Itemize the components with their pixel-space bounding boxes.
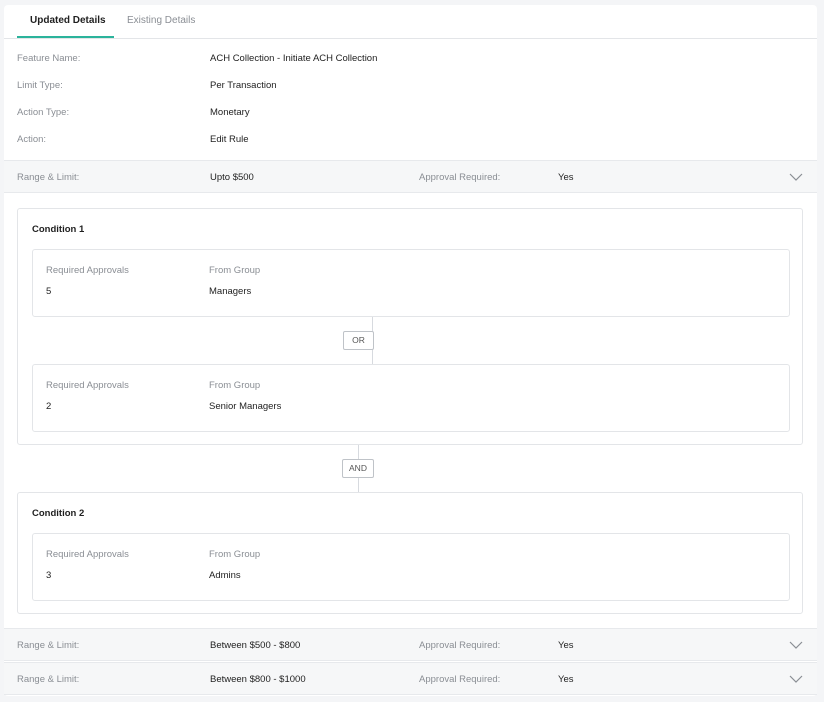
active-tab-indicator <box>17 36 114 38</box>
range-value: Between $500 - $800 <box>210 640 301 651</box>
feature-name-label: Feature Name: <box>17 53 81 64</box>
and-operator-badge: AND <box>342 459 374 478</box>
required-approvals-label: Required Approvals <box>46 380 129 391</box>
approval-required-value: Yes <box>558 172 574 183</box>
condition-title: Condition 1 <box>32 224 85 235</box>
range-row-500-800[interactable]: Range & Limit: Between $500 - $800 Appro… <box>4 628 817 661</box>
from-group-value: Senior Managers <box>209 401 282 412</box>
required-approvals-label: Required Approvals <box>46 549 129 560</box>
range-label: Range & Limit: <box>17 640 80 651</box>
from-group-label: From Group <box>209 265 261 276</box>
approval-required-value: Yes <box>558 674 574 685</box>
chevron-down-icon[interactable] <box>789 674 803 684</box>
tab-existing-details[interactable]: Existing Details <box>127 15 195 26</box>
action-type-label: Action Type: <box>17 107 70 118</box>
range-value: Upto $500 <box>210 172 254 183</box>
approval-box: Required Approvals From Group 3 Admins <box>32 533 790 601</box>
range-label: Range & Limit: <box>17 172 80 183</box>
approval-required-value: Yes <box>558 640 574 651</box>
approval-required-label: Approval Required: <box>419 640 501 651</box>
condition-card-2: Condition 2 Required Approvals From Grou… <box>17 492 803 614</box>
range-row-upto-500[interactable]: Range & Limit: Upto $500 Approval Requir… <box>4 160 817 193</box>
limit-type-value: Per Transaction <box>210 80 277 91</box>
required-approvals-label: Required Approvals <box>46 265 129 276</box>
condition-card-1: Condition 1 Required Approvals From Grou… <box>17 208 803 445</box>
approval-required-label: Approval Required: <box>419 172 501 183</box>
required-approvals-value: 2 <box>46 401 52 412</box>
range-value: Between $800 - $1000 <box>210 674 306 685</box>
from-group-label: From Group <box>209 549 261 560</box>
from-group-value: Managers <box>209 286 252 297</box>
approval-required-label: Approval Required: <box>419 674 501 685</box>
required-approvals-value: 3 <box>46 570 52 581</box>
action-label: Action: <box>17 134 47 145</box>
approval-details-panel: Updated Details Existing Details Feature… <box>4 5 817 696</box>
tab-updated-details[interactable]: Updated Details <box>30 15 106 26</box>
range-row-800-1000[interactable]: Range & Limit: Between $800 - $1000 Appr… <box>4 662 817 695</box>
tab-bar: Updated Details Existing Details <box>4 5 817 39</box>
range-label: Range & Limit: <box>17 674 80 685</box>
required-approvals-value: 5 <box>46 286 52 297</box>
condition-title: Condition 2 <box>32 508 85 519</box>
chevron-down-icon[interactable] <box>789 640 803 650</box>
from-group-label: From Group <box>209 380 261 391</box>
limit-type-label: Limit Type: <box>17 80 63 91</box>
action-type-value: Monetary <box>210 107 250 118</box>
action-value: Edit Rule <box>210 134 249 145</box>
from-group-value: Admins <box>209 570 241 581</box>
feature-name-value: ACH Collection - Initiate ACH Collection <box>210 53 378 64</box>
chevron-down-icon[interactable] <box>789 172 803 182</box>
approval-box: Required Approvals From Group 2 Senior M… <box>32 364 790 432</box>
approval-box: Required Approvals From Group 5 Managers <box>32 249 790 317</box>
or-operator-badge: OR <box>343 331 374 350</box>
